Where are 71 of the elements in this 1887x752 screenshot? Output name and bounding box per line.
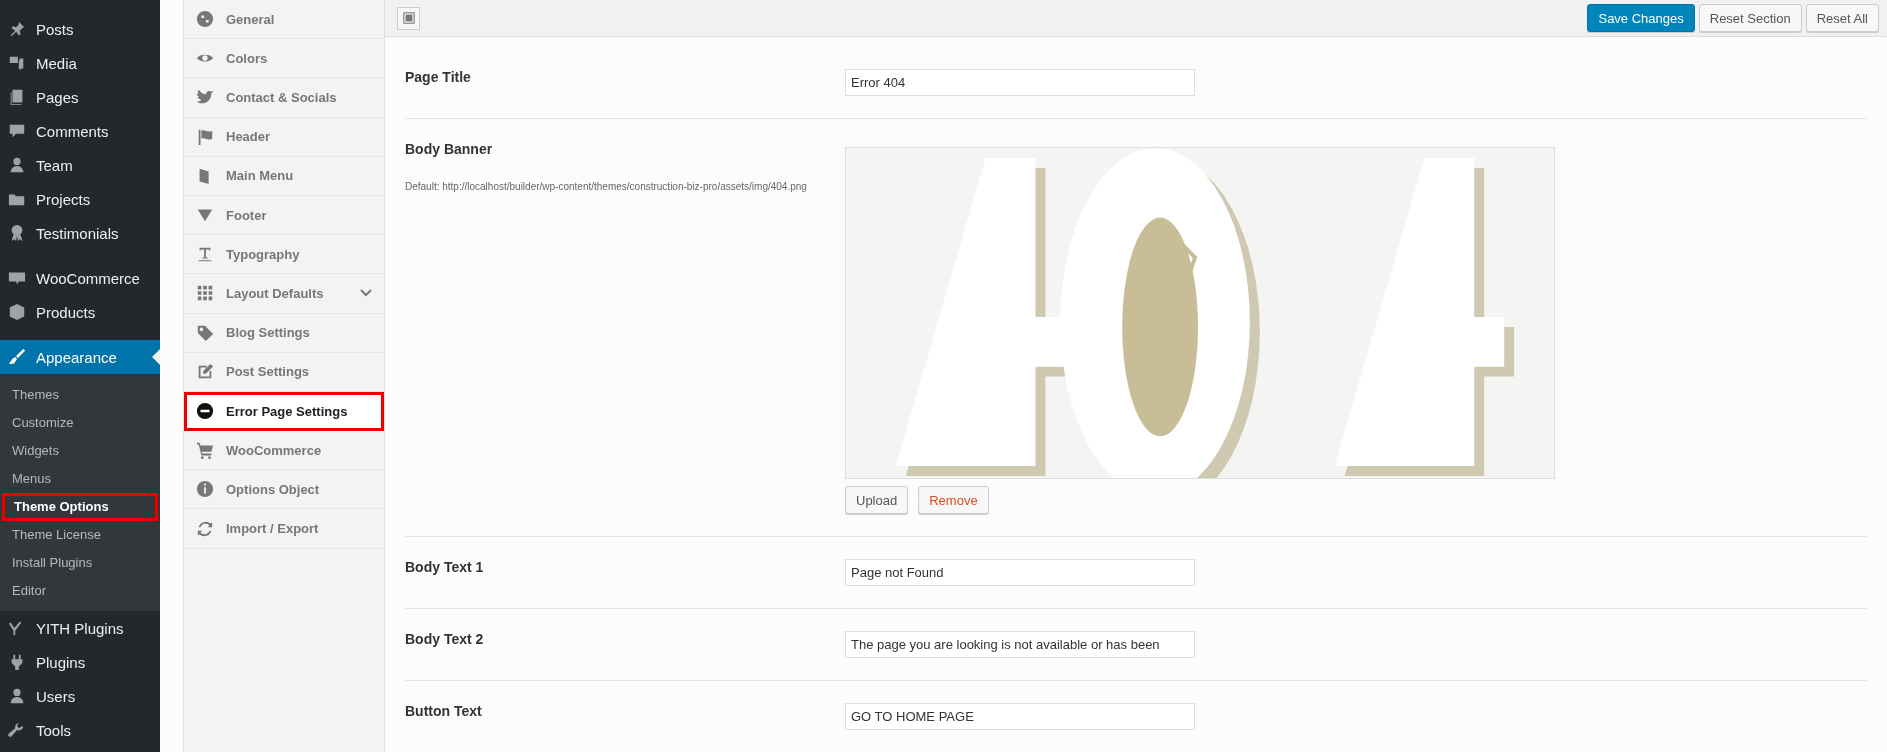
field-description: Default: http://localhost/builder/wp-content/themes/construction-biz-pro/assets/img/404.png [405, 180, 808, 194]
submenu-item[interactable]: Menus [0, 465, 160, 493]
field-label: Page Title [405, 69, 472, 85]
toolbar-button[interactable]: Save Changes [1587, 4, 1695, 32]
globe-icon [196, 10, 214, 29]
submenu-item[interactable]: Theme License [0, 521, 160, 549]
menu-item[interactable]: Team [0, 148, 160, 182]
cart-icon [196, 441, 214, 460]
grid-icon [196, 284, 214, 303]
tag-icon [196, 323, 214, 342]
menu-item[interactable]: Products [0, 295, 160, 329]
text-field[interactable]: The page you are looking is not available or has been [845, 631, 1195, 658]
media-icon [8, 54, 26, 72]
media-button[interactable]: Remove [918, 486, 989, 514]
submenu-item[interactable]: Customize [0, 409, 160, 437]
menu-item[interactable]: Pages [0, 80, 160, 114]
submenu-item[interactable]: Themes [0, 381, 160, 409]
wrench-icon [8, 721, 26, 739]
layout-toggle-button[interactable] [397, 6, 420, 30]
submenu-item[interactable]: Editor [0, 577, 160, 605]
section-tab[interactable]: WooCommerce [184, 431, 384, 471]
section-tab[interactable]: Main Menu [184, 156, 384, 196]
text-icon [196, 245, 214, 264]
person-icon [8, 687, 26, 705]
submenu-item[interactable]: Widgets [0, 437, 160, 465]
brush-icon [8, 348, 26, 366]
section-tab[interactable]: Post Settings [184, 352, 384, 392]
box-icon [8, 303, 26, 321]
text-field[interactable]: Error 404 [845, 69, 1195, 96]
refresh-icon [196, 519, 214, 538]
edit-icon [196, 362, 214, 381]
field-label: Body Banner [405, 141, 494, 157]
person-icon [8, 156, 26, 174]
menu-item[interactable]: Tools [0, 713, 160, 747]
section-tab[interactable]: Colors [184, 39, 384, 79]
pointer-icon [152, 349, 160, 365]
submenu-item[interactable]: Theme Options [2, 493, 158, 521]
section-tab[interactable]: Blog Settings [184, 313, 384, 353]
section-tab[interactable]: Typography [184, 235, 384, 275]
media-button[interactable]: Upload [845, 486, 909, 514]
text-field[interactable]: GO TO HOME PAGE [845, 703, 1195, 730]
section-tab[interactable]: Layout Defaults [184, 274, 384, 314]
submenu-item[interactable]: Install Plugins [0, 549, 160, 577]
toolbar-button[interactable]: Reset Section [1698, 4, 1802, 32]
menu-item[interactable]: Plugins [0, 645, 160, 679]
menu-item[interactable]: Media [0, 46, 160, 80]
pin-icon [8, 20, 26, 38]
no-entry-icon [196, 402, 214, 421]
panel-icon [402, 12, 415, 24]
flag-icon [196, 127, 214, 146]
menu-item[interactable]: Posts [0, 12, 160, 46]
section-tab[interactable]: Contact & Socials [184, 78, 384, 118]
menu-item[interactable]: YITH Plugins [0, 611, 160, 645]
field-label: Button Text [405, 703, 483, 719]
toolbar-button[interactable]: Reset All [1805, 4, 1879, 32]
info-icon [196, 480, 214, 499]
menu-item[interactable]: Projects [0, 182, 160, 216]
menu-item[interactable]: Testimonials [0, 216, 160, 250]
field-label: Body Text 2 [405, 631, 485, 647]
menu-item[interactable]: Users [0, 679, 160, 713]
section-tab[interactable]: Error Page Settings [184, 391, 384, 432]
section-tab[interactable]: General [184, 0, 384, 40]
menu-item[interactable]: WooCommerce [0, 261, 160, 295]
section-tab[interactable]: Options Object [184, 470, 384, 510]
text-field[interactable]: Page not Found [845, 559, 1195, 586]
section-tab[interactable]: Footer [184, 195, 384, 236]
menu-item[interactable]: Appearance [0, 340, 160, 374]
section-tab[interactable]: Import / Export [184, 509, 384, 549]
section-tab[interactable]: Header [184, 117, 384, 157]
field-label: Body Text 1 [405, 559, 485, 575]
menu-item[interactable]: Comments [0, 114, 160, 148]
